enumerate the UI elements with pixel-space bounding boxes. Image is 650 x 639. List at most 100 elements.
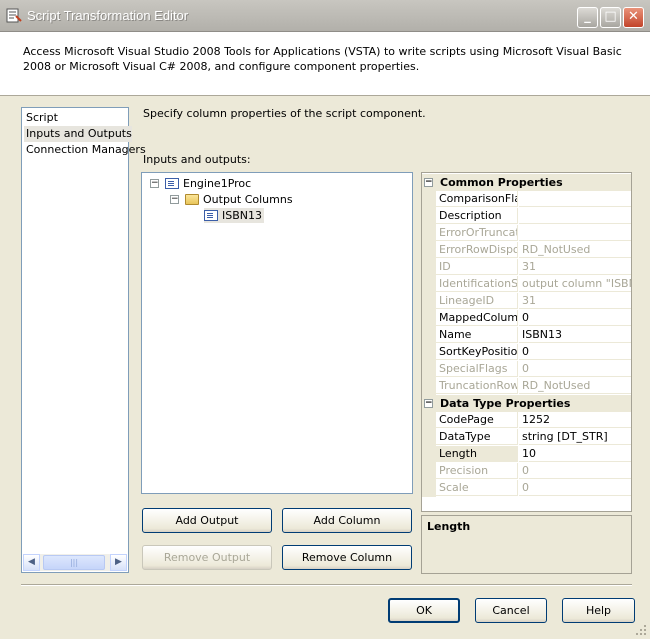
remove-output-button[interactable]: Remove Output	[142, 545, 272, 570]
nav-horizontal-scrollbar[interactable]: ◀ ||| ▶	[23, 554, 127, 571]
category-common-properties[interactable]: − Common Properties	[422, 174, 631, 191]
row-gutter	[422, 276, 436, 293]
property-description-panel: Length	[421, 515, 632, 574]
property-value: 0	[519, 361, 631, 377]
property-value[interactable]	[519, 208, 631, 224]
header-panel: Access Microsoft Visual Studio 2008 Tool…	[0, 32, 650, 96]
row-gutter	[422, 429, 436, 446]
property-row-errorortruncationoperation[interactable]: ErrorOrTruncationOperation	[422, 225, 631, 242]
folder-icon	[185, 194, 199, 205]
inputs-outputs-label: Inputs and outputs:	[143, 153, 251, 166]
tree-node-isbn13[interactable]: ISBN13	[204, 208, 264, 223]
property-row-description[interactable]: Description	[422, 208, 631, 225]
property-name[interactable]: DataType	[436, 429, 518, 445]
row-gutter	[422, 344, 436, 361]
property-name[interactable]: Precision	[436, 463, 518, 479]
property-row-comparisonflags[interactable]: ComparisonFlags	[422, 191, 631, 208]
page-navigation-list[interactable]: Script Inputs and Outputs Connection Man…	[21, 107, 146, 573]
property-name[interactable]: IdentificationString	[436, 276, 518, 292]
category-data-type-properties[interactable]: − Data Type Properties	[422, 395, 631, 412]
property-value[interactable]: ISBN13	[519, 327, 631, 343]
category-label: Common Properties	[440, 176, 563, 189]
ok-button[interactable]: OK	[388, 598, 460, 623]
row-gutter	[422, 412, 436, 429]
add-column-button[interactable]: Add Column	[282, 508, 412, 533]
property-name[interactable]: SpecialFlags	[436, 361, 518, 377]
property-row-errorrowdisposition[interactable]: ErrorRowDispositionRD_NotUsed	[422, 242, 631, 259]
add-output-button[interactable]: Add Output	[142, 508, 272, 533]
property-row-name[interactable]: Name ISBN13	[422, 327, 631, 344]
property-name[interactable]: Length	[436, 446, 518, 462]
cancel-button[interactable]: Cancel	[475, 598, 547, 623]
footer-separator	[21, 584, 632, 586]
property-value[interactable]: 10	[519, 446, 631, 462]
row-gutter	[422, 208, 436, 225]
property-row-id[interactable]: ID 31	[422, 259, 631, 276]
property-name[interactable]: Name	[436, 327, 518, 343]
property-name[interactable]: ErrorRowDisposition	[436, 242, 518, 258]
property-row-datatype[interactable]: DataType string [DT_STR]	[422, 429, 631, 446]
row-gutter	[422, 310, 436, 327]
property-name[interactable]: ErrorOrTruncationOperation	[436, 225, 518, 241]
property-row-identificationstring[interactable]: IdentificationStringoutput column "ISBN1…	[422, 276, 631, 293]
collapse-icon[interactable]: −	[424, 399, 433, 408]
section-title: Specify column properties of the script …	[143, 107, 426, 120]
property-row-mappedcolumnid[interactable]: MappedColumnID0	[422, 310, 631, 327]
close-button[interactable]: ✕	[623, 7, 644, 28]
nav-item-script[interactable]: Script	[26, 110, 58, 126]
property-row-sortkeyposition[interactable]: SortKeyPosition 0	[422, 344, 631, 361]
nav-item-inputs-and-outputs[interactable]: Inputs and Outputs	[24, 126, 132, 142]
property-name[interactable]: CodePage	[436, 412, 518, 428]
property-row-length[interactable]: Length 10	[422, 446, 631, 463]
collapse-icon[interactable]: −	[150, 179, 159, 188]
category-label: Data Type Properties	[440, 397, 571, 410]
property-name[interactable]: TruncationRowDisposition	[436, 378, 518, 394]
row-gutter	[422, 191, 436, 208]
property-name[interactable]: LineageID	[436, 293, 518, 309]
property-value[interactable]	[519, 191, 631, 207]
property-grid[interactable]: − Common Properties ComparisonFlagsDescr…	[421, 172, 632, 512]
property-name[interactable]: ComparisonFlags	[436, 191, 518, 207]
property-value[interactable]: 0	[519, 344, 631, 360]
property-row-specialflags[interactable]: SpecialFlags 0	[422, 361, 631, 378]
scroll-left-arrow-icon[interactable]: ◀	[23, 554, 40, 571]
nav-item-connection-managers[interactable]: Connection Managers	[26, 142, 146, 158]
property-row-scale[interactable]: Scale 0	[422, 480, 631, 497]
row-gutter	[422, 259, 436, 276]
maximize-button[interactable]: □	[600, 7, 621, 28]
row-gutter	[422, 293, 436, 310]
property-name[interactable]: SortKeyPosition	[436, 344, 518, 360]
row-gutter	[422, 327, 436, 344]
output-icon	[165, 178, 179, 189]
help-button[interactable]: Help	[562, 598, 635, 623]
property-value: output column "ISBN13"	[519, 276, 631, 292]
tree-node-label: Engine1Proc	[183, 177, 252, 190]
title-bar[interactable]: Script Transformation Editor _ □ ✕	[0, 0, 650, 32]
tree-node-output-columns[interactable]: Output Columns	[185, 192, 293, 207]
row-gutter	[422, 242, 436, 259]
property-name[interactable]: Description	[436, 208, 518, 224]
property-value[interactable]: 1252	[519, 412, 631, 428]
collapse-icon[interactable]: −	[170, 195, 179, 204]
property-row-lineageid[interactable]: LineageID 31	[422, 293, 631, 310]
property-row-truncationrowdisposition[interactable]: TruncationRowDispositionRD_NotUsed	[422, 378, 631, 395]
minimize-button[interactable]: _	[577, 7, 598, 28]
property-value: 0	[519, 480, 631, 496]
remove-column-button[interactable]: Remove Column	[282, 545, 412, 570]
inputs-outputs-tree[interactable]: − Engine1Proc − Output Columns ISBN13	[141, 172, 413, 494]
collapse-icon[interactable]: −	[424, 178, 433, 187]
property-name[interactable]: MappedColumnID	[436, 310, 518, 326]
property-value[interactable]: string [DT_STR]	[519, 429, 631, 445]
property-value[interactable]: 0	[519, 310, 631, 326]
scroll-right-arrow-icon[interactable]: ▶	[110, 554, 127, 571]
property-value	[519, 225, 631, 241]
tree-node-label: Output Columns	[203, 193, 293, 206]
property-row-precision[interactable]: Precision 0	[422, 463, 631, 480]
property-name[interactable]: Scale	[436, 480, 518, 496]
resize-grip-icon[interactable]	[635, 624, 647, 636]
row-gutter	[422, 446, 436, 463]
property-name[interactable]: ID	[436, 259, 518, 275]
scroll-thumb[interactable]: |||	[43, 555, 105, 570]
property-row-codepage[interactable]: CodePage 1252	[422, 412, 631, 429]
tree-node-engine1proc[interactable]: Engine1Proc	[165, 176, 251, 191]
